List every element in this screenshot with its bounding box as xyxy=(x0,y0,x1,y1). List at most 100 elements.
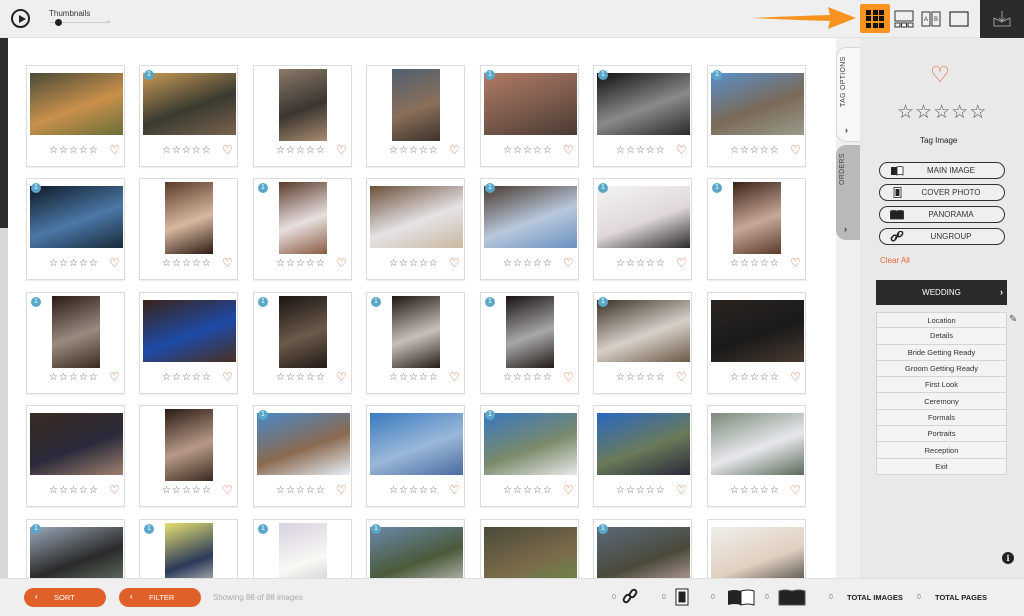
thumbnail-card[interactable]: ☆☆☆☆☆♡ xyxy=(707,405,806,507)
thumbnail-image[interactable] xyxy=(506,296,554,368)
star-rating[interactable]: ☆ ☆ ☆ ☆ ☆ xyxy=(503,259,552,269)
thumbnail-image[interactable] xyxy=(370,527,463,578)
favorite-heart-icon[interactable]: ♡ xyxy=(563,257,574,269)
star-icon[interactable]: ☆ xyxy=(316,146,325,156)
star-icon[interactable]: ☆ xyxy=(162,146,171,156)
thumbnail-card[interactable]: 1☆☆☆☆☆♡ xyxy=(593,519,692,578)
thumbnail-image[interactable] xyxy=(143,300,236,362)
sort-button[interactable]: ‹ SORT xyxy=(24,588,106,607)
thumbnail-image[interactable] xyxy=(711,527,804,578)
star-icon[interactable]: ☆ xyxy=(162,486,171,496)
favorite-heart-icon[interactable]: ♡ xyxy=(109,371,120,383)
favorite-heart-icon[interactable]: ♡ xyxy=(222,371,233,383)
thumbnail-image[interactable] xyxy=(30,413,123,475)
thumbnail-image[interactable] xyxy=(165,409,213,481)
thumbnail-card[interactable]: ☆☆☆☆☆♡ xyxy=(480,519,579,578)
thumbnail-card[interactable]: ☆☆☆☆☆♡ xyxy=(139,405,238,507)
filter-button[interactable]: ‹ FILTER xyxy=(119,588,201,607)
thumbnail-card[interactable]: 1☆☆☆☆☆♡ xyxy=(253,405,352,507)
star-icon[interactable]: ☆ xyxy=(409,146,418,156)
star-icon[interactable]: ☆ xyxy=(646,146,655,156)
star-icon[interactable]: ☆ xyxy=(306,373,315,383)
star-icon[interactable]: ☆ xyxy=(399,259,408,269)
thumbnail-card[interactable]: ☆☆☆☆☆♡ xyxy=(593,405,692,507)
thumbnail-image[interactable] xyxy=(165,523,213,578)
star-icon[interactable]: ☆ xyxy=(533,486,542,496)
star-icon[interactable]: ☆ xyxy=(656,373,665,383)
category-menu-item[interactable]: Details xyxy=(876,328,1007,345)
favorite-heart-icon[interactable]: ♡ xyxy=(222,144,233,156)
star-icon[interactable]: ☆ xyxy=(286,146,295,156)
thumbnail-card[interactable]: 1☆☆☆☆☆♡ xyxy=(707,178,806,280)
star-icon[interactable]: ☆ xyxy=(523,373,532,383)
star-icon[interactable]: ☆ xyxy=(286,373,295,383)
star-icon[interactable]: ☆ xyxy=(646,486,655,496)
star-icon[interactable]: ☆ xyxy=(286,486,295,496)
image-rating[interactable]: ☆ ☆ ☆ ☆ ☆ xyxy=(897,103,986,123)
star-icon[interactable]: ☆ xyxy=(49,373,58,383)
star-icon[interactable]: ☆ xyxy=(933,103,950,123)
star-icon[interactable]: ☆ xyxy=(429,486,438,496)
thumbnail-card[interactable]: ☆☆☆☆☆♡ xyxy=(26,405,125,507)
star-rating[interactable]: ☆ ☆ ☆ ☆ ☆ xyxy=(162,373,211,383)
favorite-heart-icon[interactable]: ♡ xyxy=(790,144,801,156)
star-icon[interactable]: ☆ xyxy=(750,146,759,156)
favorite-heart-icon[interactable]: ♡ xyxy=(930,62,950,88)
star-icon[interactable]: ☆ xyxy=(503,146,512,156)
star-icon[interactable]: ☆ xyxy=(276,486,285,496)
star-icon[interactable]: ☆ xyxy=(543,259,552,269)
star-icon[interactable]: ☆ xyxy=(399,373,408,383)
favorite-heart-icon[interactable]: ♡ xyxy=(676,371,687,383)
star-icon[interactable]: ☆ xyxy=(543,373,552,383)
star-icon[interactable]: ☆ xyxy=(760,146,769,156)
thumbnail-card[interactable]: ☆☆☆☆☆♡ xyxy=(253,65,352,167)
thumbnail-card[interactable]: 1☆☆☆☆☆♡ xyxy=(253,519,352,578)
star-icon[interactable]: ☆ xyxy=(182,486,191,496)
favorite-heart-icon[interactable]: ♡ xyxy=(109,144,120,156)
star-icon[interactable]: ☆ xyxy=(306,146,315,156)
star-icon[interactable]: ☆ xyxy=(646,373,655,383)
star-icon[interactable]: ☆ xyxy=(162,259,171,269)
thumbnail-image[interactable] xyxy=(30,527,123,578)
star-icon[interactable]: ☆ xyxy=(656,259,665,269)
cover-photo-button[interactable]: COVER PHOTO xyxy=(879,184,1005,201)
star-icon[interactable]: ☆ xyxy=(730,259,739,269)
clear-all-link[interactable]: Clear All xyxy=(880,256,910,265)
thumbnail-card[interactable]: 1☆☆☆☆☆♡ xyxy=(26,178,125,280)
star-icon[interactable]: ☆ xyxy=(79,259,88,269)
star-icon[interactable]: ☆ xyxy=(419,259,428,269)
star-icon[interactable]: ☆ xyxy=(770,259,779,269)
star-icon[interactable]: ☆ xyxy=(740,146,749,156)
favorite-heart-icon[interactable]: ♡ xyxy=(563,371,574,383)
star-rating[interactable]: ☆ ☆ ☆ ☆ ☆ xyxy=(503,146,552,156)
star-icon[interactable]: ☆ xyxy=(543,486,552,496)
star-icon[interactable]: ☆ xyxy=(730,373,739,383)
thumbnail-card[interactable]: ☆☆☆☆☆♡ xyxy=(366,178,465,280)
star-icon[interactable]: ☆ xyxy=(59,373,68,383)
star-icon[interactable]: ☆ xyxy=(626,486,635,496)
star-icon[interactable]: ☆ xyxy=(656,146,665,156)
thumbnail-size-slider-handle[interactable] xyxy=(55,19,62,26)
thumbnail-image[interactable] xyxy=(597,186,690,248)
star-icon[interactable]: ☆ xyxy=(513,259,522,269)
favorite-heart-icon[interactable]: ♡ xyxy=(109,257,120,269)
star-icon[interactable]: ☆ xyxy=(636,259,645,269)
star-rating[interactable]: ☆ ☆ ☆ ☆ ☆ xyxy=(616,373,665,383)
star-icon[interactable]: ☆ xyxy=(59,486,68,496)
star-icon[interactable]: ☆ xyxy=(616,146,625,156)
category-menu-item[interactable]: Formals xyxy=(876,409,1007,427)
filmstrip-view-button[interactable] xyxy=(893,4,915,33)
star-icon[interactable]: ☆ xyxy=(306,259,315,269)
star-icon[interactable]: ☆ xyxy=(503,486,512,496)
star-icon[interactable]: ☆ xyxy=(49,146,58,156)
main-image-button[interactable]: MAIN IMAGE xyxy=(879,162,1005,179)
star-icon[interactable]: ☆ xyxy=(316,486,325,496)
category-menu-item[interactable]: Location xyxy=(876,312,1007,329)
info-icon[interactable]: i xyxy=(1002,552,1014,564)
star-icon[interactable]: ☆ xyxy=(750,486,759,496)
star-icon[interactable]: ☆ xyxy=(969,103,986,123)
star-icon[interactable]: ☆ xyxy=(656,486,665,496)
favorite-heart-icon[interactable]: ♡ xyxy=(676,484,687,496)
star-icon[interactable]: ☆ xyxy=(636,486,645,496)
category-menu-item[interactable]: First Look xyxy=(876,377,1007,394)
